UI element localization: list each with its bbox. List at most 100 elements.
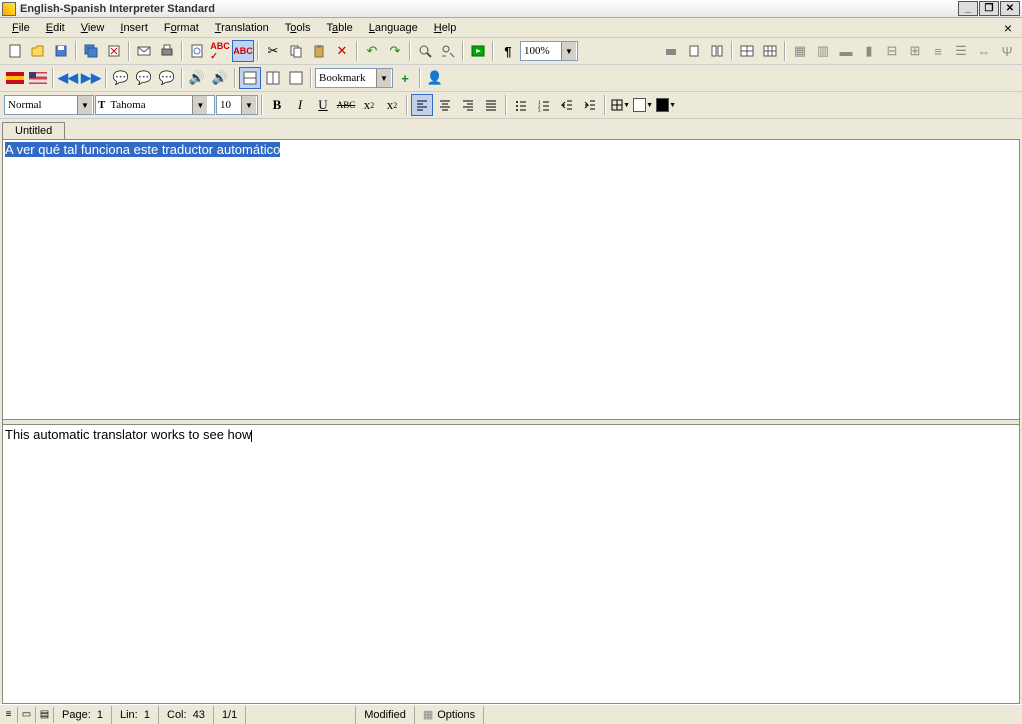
menu-help[interactable]: Help [426,20,465,36]
menu-insert[interactable]: Insert [112,20,156,36]
doc-close-button[interactable]: × [998,20,1018,36]
style-input[interactable] [5,99,77,111]
subscript-button[interactable]: x2 [358,94,380,116]
speak-both-button[interactable]: 💬 [156,67,178,89]
translate-next-button[interactable]: ▶▶ [80,67,102,89]
find-replace-button[interactable] [437,40,459,62]
page-setup-button[interactable] [683,40,705,62]
minimize-button[interactable]: _ [958,1,978,16]
insert-table-button[interactable] [736,40,758,62]
close-button[interactable]: ✕ [1000,1,1020,16]
menu-tools[interactable]: Tools [277,20,319,36]
print-setup-button[interactable] [660,40,682,62]
bullet-list-button[interactable] [510,94,532,116]
menu-bar: File Edit View Insert Format Translation… [0,18,1022,38]
speak-target-button[interactable]: 💬 [133,67,155,89]
view-split-v-button[interactable] [262,67,284,89]
dropdown-arrow-icon[interactable]: ▼ [192,96,207,114]
source-pane[interactable]: A ver qué tal funciona este traductor au… [3,140,1019,419]
voice-button[interactable]: 🔊 [186,67,208,89]
menu-translation[interactable]: Translation [207,20,277,36]
dropdown-arrow-icon[interactable]: ▼ [376,69,391,87]
zoom-input[interactable] [521,45,561,57]
status-bar: ≡ ▭ ▤ Page: 1 Lin: 1 Col: 43 1/1 Modifie… [0,704,1022,724]
highlight-color-button[interactable]: ▼ [632,94,654,116]
strike-button[interactable]: ABC [335,94,357,116]
size-combo[interactable]: ▼ [216,95,258,115]
svg-text:1: 1 [538,101,541,106]
save-button[interactable] [50,40,72,62]
status-options[interactable]: ▦ Options [415,706,484,724]
delete-button[interactable]: ✕ [331,40,353,62]
user-button[interactable]: 👤 [424,67,446,89]
mail-button[interactable] [133,40,155,62]
font-input[interactable] [107,99,192,111]
align-left-button[interactable] [411,94,433,116]
menu-table[interactable]: Table [318,20,360,36]
document-tab[interactable]: Untitled [2,122,65,139]
spellcheck-as-type-button[interactable]: ABC [232,40,254,62]
dropdown-arrow-icon[interactable]: ▼ [241,96,256,114]
underline-button[interactable]: U [312,94,334,116]
superscript-button[interactable]: x2 [381,94,403,116]
view-normal-button[interactable]: ≡ [0,707,18,723]
redo-button[interactable]: ↷ [384,40,406,62]
bookmark-combo[interactable]: ▼ [315,68,393,88]
dropdown-arrow-icon[interactable]: ▼ [77,96,92,114]
flag-spanish-button[interactable] [4,67,26,89]
align-justify-button[interactable] [480,94,502,116]
save-all-button[interactable] [80,40,102,62]
font-color-button[interactable]: ▼ [655,94,677,116]
separator [356,41,358,61]
bold-button[interactable]: B [266,94,288,116]
find-button[interactable] [414,40,436,62]
style-combo[interactable]: ▼ [4,95,94,115]
preview-button[interactable] [186,40,208,62]
view-layout-button[interactable]: ▭ [18,707,36,723]
stop-voice-button[interactable]: 🔊 [209,67,231,89]
table-grid-button[interactable] [759,40,781,62]
border-button[interactable]: ▼ [609,94,631,116]
columns-button[interactable] [706,40,728,62]
undo-button[interactable]: ↶ [361,40,383,62]
speak-source-button[interactable]: 💬 [110,67,132,89]
maximize-button[interactable]: ❐ [979,1,999,16]
menu-language[interactable]: Language [361,20,426,36]
zoom-combo[interactable]: ▼ [520,41,578,61]
view-split-h-button[interactable] [239,67,261,89]
align-cells-button: ≡ [927,40,949,62]
source-text[interactable]: A ver qué tal funciona este traductor au… [5,142,280,157]
indent-button[interactable] [579,94,601,116]
italic-button[interactable]: I [289,94,311,116]
print-button[interactable] [156,40,178,62]
menu-format[interactable]: Format [156,20,207,36]
open-button[interactable] [27,40,49,62]
align-right-button[interactable] [457,94,479,116]
menu-file[interactable]: File [4,20,38,36]
size-input[interactable] [217,99,241,111]
outdent-button[interactable] [556,94,578,116]
paste-button[interactable] [308,40,330,62]
cut-button[interactable]: ✂ [262,40,284,62]
menu-view[interactable]: View [73,20,113,36]
new-button[interactable] [4,40,26,62]
run-button[interactable] [467,40,489,62]
add-bookmark-button[interactable]: + [394,67,416,89]
number-list-button[interactable]: 123 [533,94,555,116]
spellcheck-button[interactable]: ABC✓ [209,40,231,62]
dropdown-arrow-icon[interactable]: ▼ [561,42,576,60]
copy-button[interactable] [285,40,307,62]
translate-prev-button[interactable]: ◀◀ [57,67,79,89]
view-single-button[interactable] [285,67,307,89]
bookmark-input[interactable] [316,72,376,84]
font-combo[interactable]: T ▼ [95,95,215,115]
split-cells-button: ⊞ [904,40,926,62]
status-page: Page: 1 [54,706,112,724]
flag-english-button[interactable] [27,67,49,89]
menu-edit[interactable]: Edit [38,20,73,36]
align-center-button[interactable] [434,94,456,116]
close-doc-button[interactable] [103,40,125,62]
target-pane[interactable]: This automatic translator works to see h… [3,425,1019,704]
show-formatting-button[interactable]: ¶ [497,40,519,62]
view-outline-button[interactable]: ▤ [36,707,54,723]
